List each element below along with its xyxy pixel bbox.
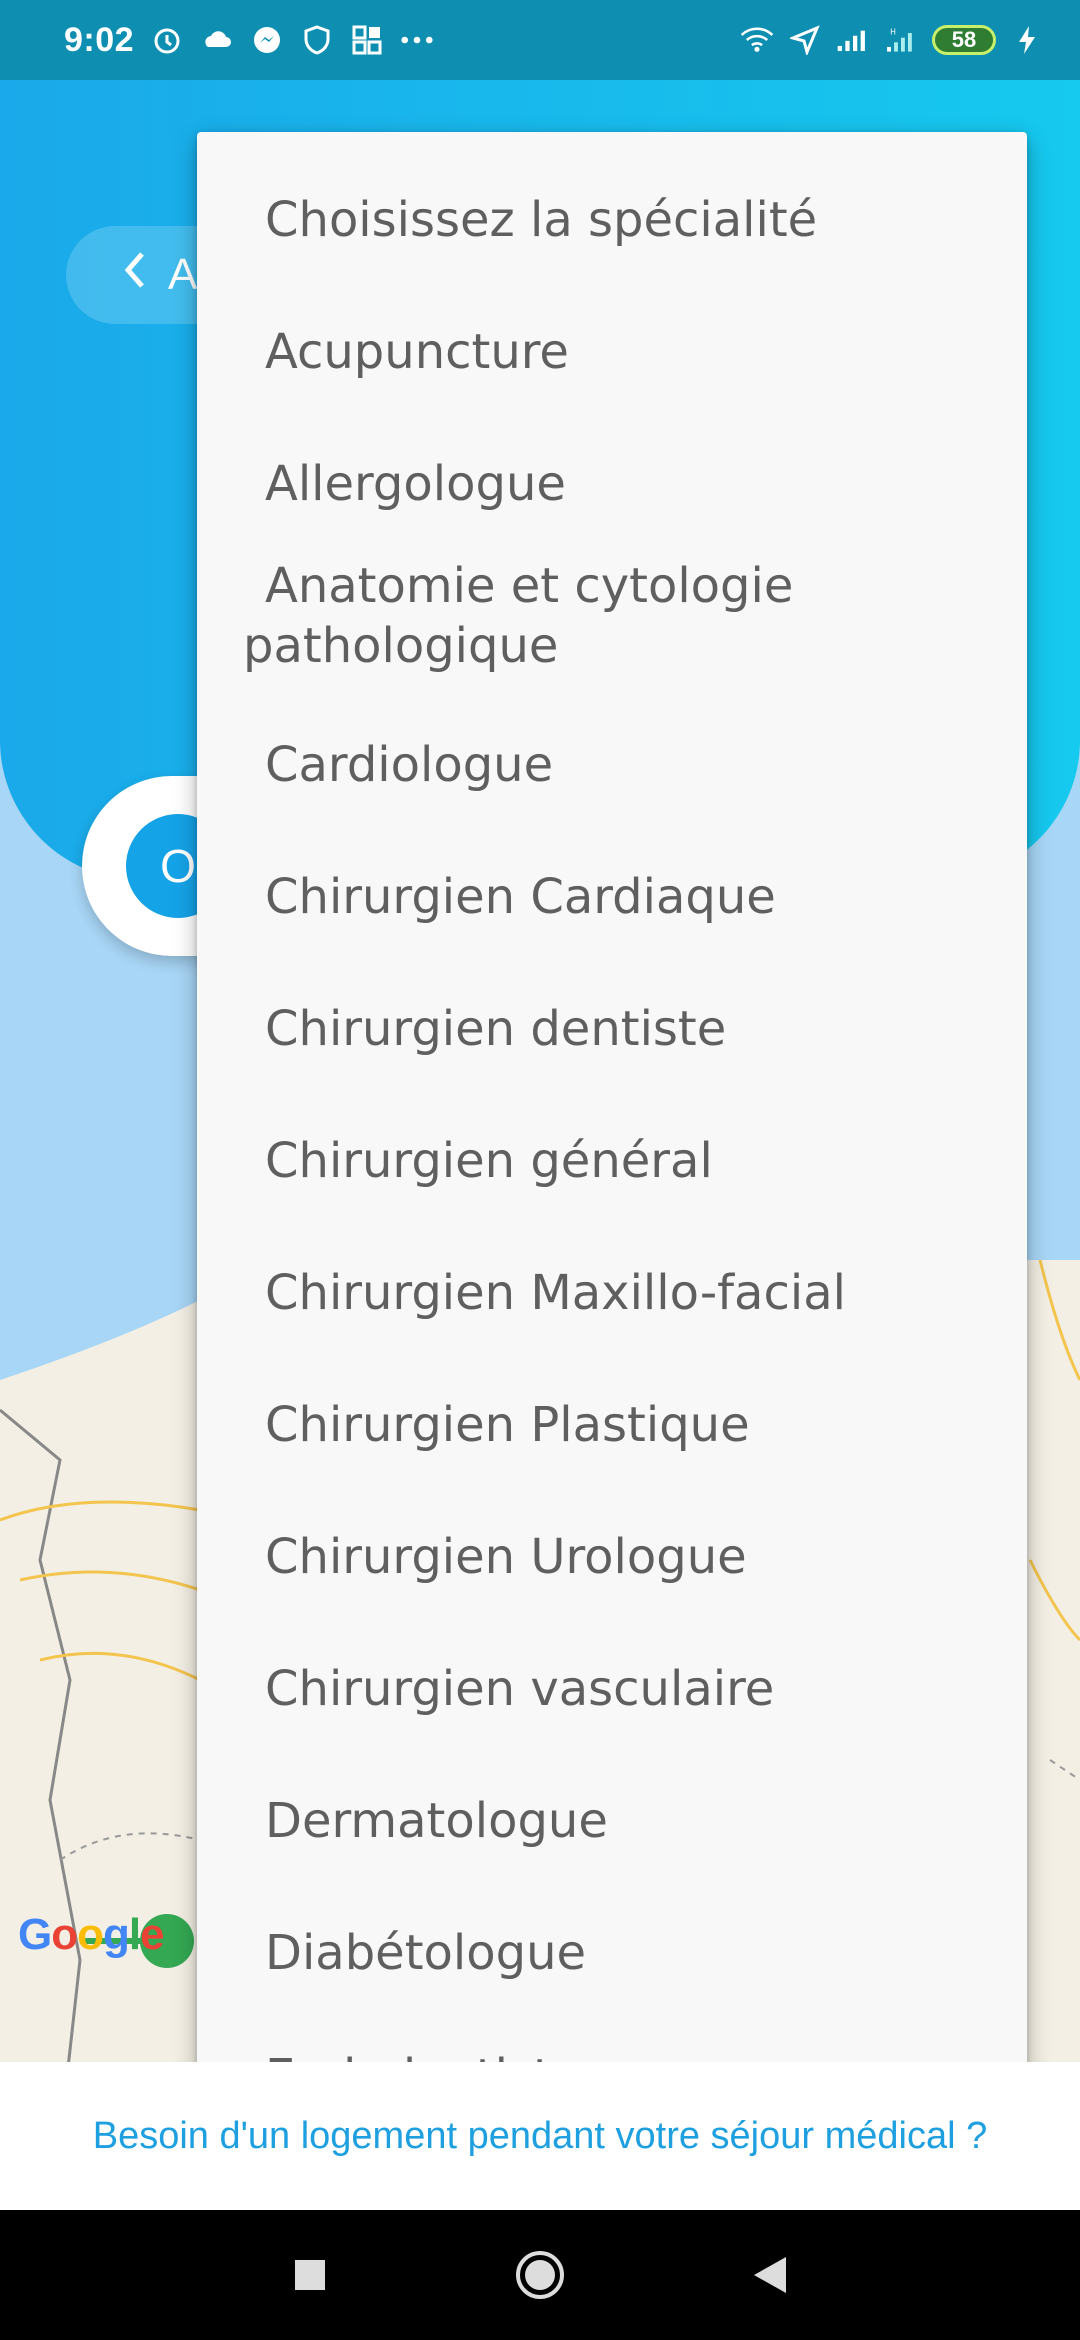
- dropdown-item[interactable]: Anatomie et cytologie pathologique: [243, 556, 883, 676]
- lodging-link[interactable]: Besoin d'un logement pendant votre séjou…: [93, 2115, 987, 2158]
- dropdown-item[interactable]: Chirurgien Cardiaque: [265, 867, 987, 927]
- charging-icon: [1010, 23, 1044, 57]
- recents-button[interactable]: [280, 2245, 340, 2305]
- grid-icon: [350, 23, 384, 57]
- alarm-icon: [150, 23, 184, 57]
- wifi-icon: [740, 23, 774, 57]
- shield-icon: [300, 23, 334, 57]
- search-label: O: [160, 840, 196, 892]
- dropdown-item[interactable]: Cardiologue: [265, 735, 987, 795]
- chevron-left-icon: [122, 250, 148, 301]
- svg-text:H: H: [890, 28, 896, 37]
- back-label: A: [168, 250, 198, 299]
- specialty-dropdown[interactable]: Choisissez la spécialité Acupuncture All…: [197, 132, 1027, 2076]
- dropdown-item[interactable]: Chirurgien dentiste: [265, 999, 987, 1059]
- more-icon: [400, 23, 434, 57]
- back-nav-button[interactable]: [740, 2245, 800, 2305]
- battery-level: 58: [951, 27, 977, 52]
- dropdown-item[interactable]: Chirurgien Urologue: [265, 1527, 987, 1587]
- home-button[interactable]: [510, 2245, 570, 2305]
- dropdown-item[interactable]: Acupuncture: [265, 322, 987, 382]
- dropdown-item[interactable]: Chirurgien vasculaire: [265, 1659, 987, 1719]
- dropdown-item[interactable]: Chirurgien Maxillo-facial: [265, 1263, 987, 1323]
- location-icon: [788, 23, 822, 57]
- dropdown-item[interactable]: Dermatologue: [265, 1791, 987, 1851]
- cloud-icon: [200, 23, 234, 57]
- status-time: 9:02: [64, 20, 135, 59]
- signal-icon: [836, 23, 870, 57]
- signal-h-icon: H: [884, 23, 918, 57]
- dropdown-item[interactable]: Chirurgien général: [265, 1131, 987, 1191]
- dropdown-item[interactable]: Allergologue: [265, 454, 987, 514]
- dropdown-item[interactable]: Diabétologue: [265, 1923, 987, 1983]
- dropdown-item[interactable]: Chirurgien Plastique: [265, 1395, 987, 1455]
- google-logo: Google: [18, 1910, 165, 1959]
- status-bar: 9:02 H 58: [0, 0, 1080, 80]
- messenger-icon: [250, 23, 284, 57]
- footer-bar: Besoin d'un logement pendant votre séjou…: [0, 2062, 1080, 2210]
- system-nav-bar: [0, 2210, 1080, 2340]
- battery-indicator: 58: [932, 25, 996, 55]
- dropdown-item[interactable]: Choisissez la spécialité: [265, 190, 987, 250]
